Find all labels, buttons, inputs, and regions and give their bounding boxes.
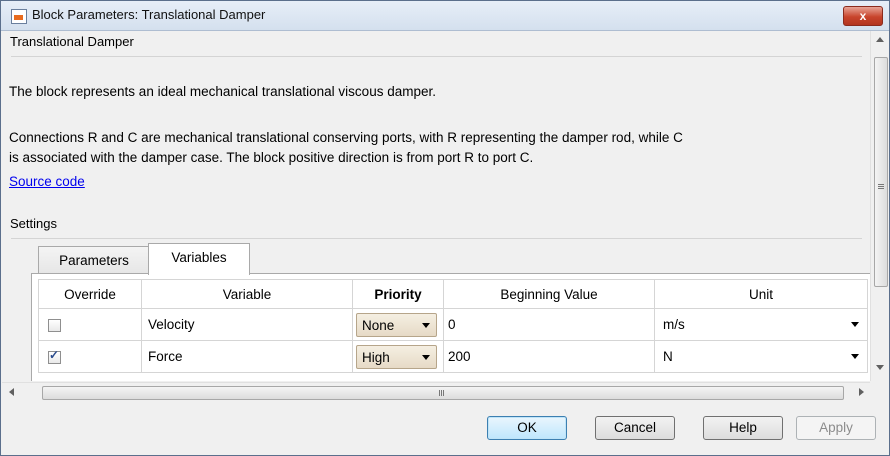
- tab-variables[interactable]: Variables: [148, 243, 250, 275]
- vertical-scroll-thumb[interactable]: [874, 57, 888, 287]
- priority-value: High: [362, 349, 390, 365]
- description-header: Translational Damper: [10, 34, 134, 49]
- unit-value: m/s: [663, 317, 685, 332]
- settings-divider: [11, 238, 862, 239]
- override-checkbox-force[interactable]: [48, 348, 61, 364]
- scroll-left-arrow-icon[interactable]: [9, 388, 14, 396]
- source-code-link[interactable]: Source code: [9, 172, 85, 192]
- horizontal-scrollbar[interactable]: [2, 382, 870, 401]
- override-checkbox-velocity[interactable]: [48, 318, 61, 332]
- table-row: Velocity None 0 m/s: [38, 308, 868, 341]
- scroll-down-arrow-icon[interactable]: [876, 365, 884, 370]
- cancel-button[interactable]: Cancel: [595, 416, 675, 440]
- table-header-row: Override Variable Priority Beginning Val…: [38, 279, 868, 309]
- dropdown-arrow-icon: [422, 322, 430, 328]
- scroll-right-arrow-icon[interactable]: [859, 388, 864, 396]
- horizontal-scroll-thumb[interactable]: [42, 386, 844, 400]
- description-text-2b: is associated with the damper case. The …: [9, 150, 534, 165]
- dropdown-arrow-icon: [851, 322, 859, 327]
- help-button[interactable]: Help: [703, 416, 783, 440]
- table-row: Force High 200 N: [38, 340, 868, 373]
- unit-value: N: [663, 349, 673, 364]
- variables-table: Override Variable Priority Beginning Val…: [38, 279, 868, 373]
- description-text-1: The block represents an ideal mechanical…: [9, 84, 436, 99]
- close-button[interactable]: x: [843, 6, 883, 26]
- dropdown-arrow-icon: [851, 354, 859, 359]
- column-header-override[interactable]: Override: [38, 279, 142, 309]
- title-bar[interactable]: Block Parameters: Translational Damper x: [1, 1, 889, 31]
- beginning-value-input-velocity[interactable]: 0: [443, 308, 655, 341]
- settings-header: Settings: [10, 216, 57, 231]
- dialog-content: Translational Damper The block represent…: [2, 31, 870, 381]
- unit-dropdown-force[interactable]: N: [654, 340, 868, 373]
- scroll-up-arrow-icon[interactable]: [876, 37, 884, 42]
- override-cell: [38, 308, 142, 341]
- column-header-beginning-value[interactable]: Beginning Value: [443, 279, 655, 309]
- tab-parameters[interactable]: Parameters: [38, 246, 150, 274]
- variable-name: Velocity: [141, 308, 353, 341]
- description-text-2a: Connections R and C are mechanical trans…: [9, 130, 683, 145]
- dialog-window: Block Parameters: Translational Damper x…: [0, 0, 890, 456]
- column-header-priority[interactable]: Priority: [352, 279, 444, 309]
- unit-dropdown-velocity[interactable]: m/s: [654, 308, 868, 341]
- priority-value: None: [362, 317, 395, 333]
- vertical-scrollbar[interactable]: [870, 31, 889, 381]
- priority-cell: High: [352, 340, 444, 373]
- ok-button[interactable]: OK: [487, 416, 567, 440]
- description-divider: [11, 56, 862, 57]
- beginning-value-input-force[interactable]: 200: [443, 340, 655, 373]
- priority-dropdown-velocity[interactable]: None: [356, 312, 437, 337]
- grip-icon: [439, 390, 440, 396]
- column-header-variable[interactable]: Variable: [141, 279, 353, 309]
- dropdown-arrow-icon: [422, 354, 430, 360]
- window-title: Block Parameters: Translational Damper: [32, 7, 266, 22]
- variables-panel: Override Variable Priority Beginning Val…: [31, 273, 870, 381]
- apply-button[interactable]: Apply: [796, 416, 876, 440]
- priority-cell: None: [352, 308, 444, 341]
- override-cell: [38, 340, 142, 373]
- priority-dropdown-force[interactable]: High: [356, 344, 437, 369]
- column-header-unit[interactable]: Unit: [654, 279, 868, 309]
- variable-name: Force: [141, 340, 353, 373]
- simulink-app-icon: [11, 9, 27, 24]
- grip-icon: [878, 184, 884, 185]
